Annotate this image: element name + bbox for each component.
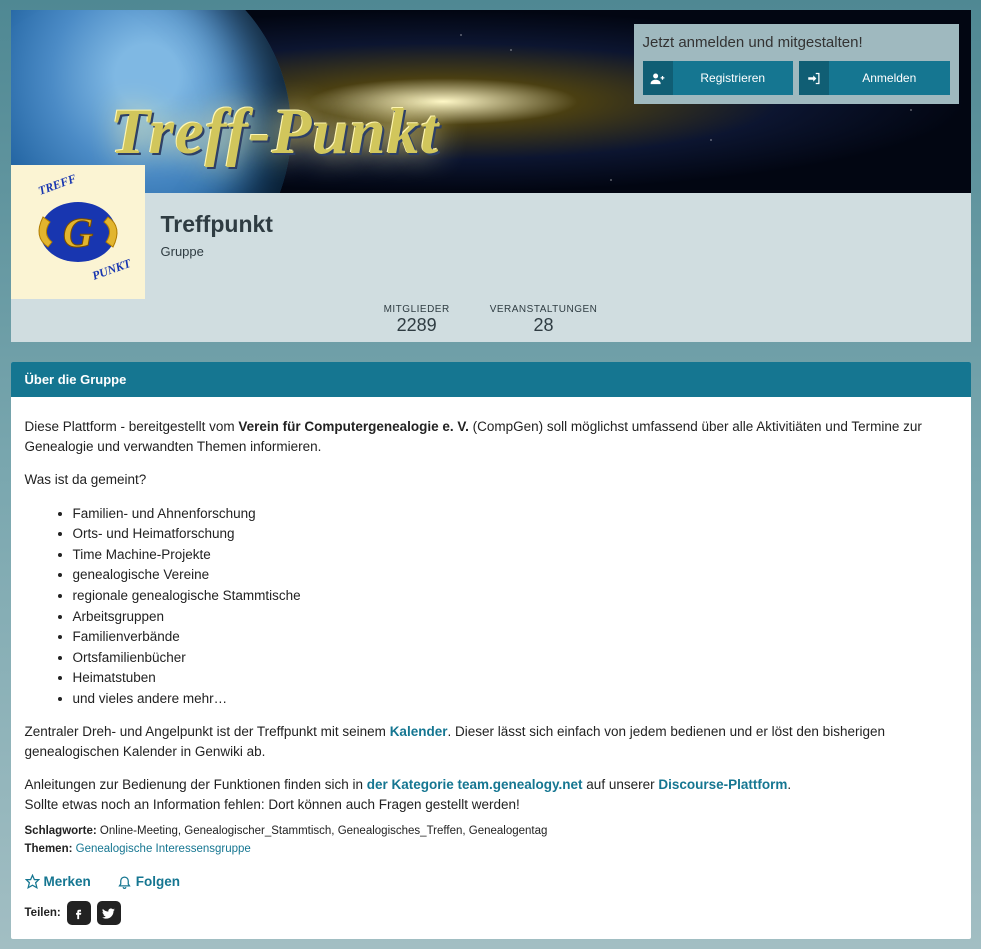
about-section: Über die Gruppe Diese Plattform - bereit…: [11, 362, 971, 939]
list-item: Familien- und Ahnenforschung: [73, 504, 957, 524]
topic-link[interactable]: Genealogische Interessensgruppe: [76, 843, 251, 855]
group-type: Gruppe: [161, 244, 971, 259]
kalender-paragraph: Zentraler Dreh- und Angelpunkt ist der T…: [25, 722, 957, 761]
list-item: Arbeitsgruppen: [73, 607, 957, 627]
auth-heading: Jetzt anmelden und mitgestalten!: [643, 34, 950, 51]
login-button[interactable]: Anmelden: [799, 61, 950, 95]
share-facebook-button[interactable]: [67, 901, 91, 925]
topic-list: Familien- und Ahnenforschung Orts- und H…: [73, 504, 957, 709]
group-logo: G TREFF PUNKT: [11, 165, 145, 299]
about-heading: Über die Gruppe: [11, 362, 971, 397]
user-plus-icon: [643, 61, 673, 95]
category-link[interactable]: der Kategorie team.genealogy.net: [367, 777, 583, 792]
hero-wordmark: Treff-Punkt: [111, 95, 440, 170]
tags-line: Schlagworte: Online-Meeting, Genealogisc…: [25, 823, 957, 840]
intro-paragraph: Diese Plattform - bereitgestellt vom Ver…: [25, 417, 957, 456]
list-item: regionale genealogische Stammtische: [73, 586, 957, 606]
list-item: Heimatstuben: [73, 668, 957, 688]
help-paragraph: Anleitungen zur Bedienung der Funktionen…: [25, 775, 957, 814]
share-row: Teilen:: [25, 901, 957, 925]
group-header: G TREFF PUNKT Treffpunkt Gruppe MITGLIED…: [11, 193, 971, 342]
bell-icon: [117, 874, 132, 889]
topics-line: Themen: Genealogische Interessensgruppe: [25, 841, 957, 858]
svg-text:PUNKT: PUNKT: [90, 256, 133, 283]
bookmark-button[interactable]: Merken: [25, 872, 91, 892]
discourse-link[interactable]: Discourse-Plattform: [658, 777, 787, 792]
svg-text:TREFF: TREFF: [36, 172, 78, 198]
list-item: Time Machine-Projekte: [73, 545, 957, 565]
svg-text:G: G: [62, 211, 92, 257]
twitter-icon: [101, 906, 116, 921]
register-button[interactable]: Registrieren: [643, 61, 794, 95]
list-item: Orts- und Heimatforschung: [73, 524, 957, 544]
list-item: Ortsfamilienbücher: [73, 648, 957, 668]
star-icon: [25, 874, 40, 889]
group-title: Treffpunkt: [161, 211, 971, 238]
stat-events[interactable]: VERANSTALTUNGEN 28: [490, 304, 598, 336]
question-paragraph: Was ist da gemeint?: [25, 470, 957, 490]
share-twitter-button[interactable]: [97, 901, 121, 925]
auth-box: Jetzt anmelden und mitgestalten! Registr…: [634, 24, 959, 104]
list-item: genealogische Vereine: [73, 565, 957, 585]
stat-members[interactable]: MITGLIEDER 2289: [384, 304, 450, 336]
kalender-link[interactable]: Kalender: [390, 724, 448, 739]
login-icon: [799, 61, 829, 95]
list-item: Familienverbände: [73, 627, 957, 647]
hero-banner: Treff-Punkt Jetzt anmelden und mitgestal…: [11, 10, 971, 193]
facebook-icon: [71, 906, 86, 921]
list-item: und vieles andere mehr…: [73, 689, 957, 709]
follow-button[interactable]: Folgen: [117, 872, 180, 892]
